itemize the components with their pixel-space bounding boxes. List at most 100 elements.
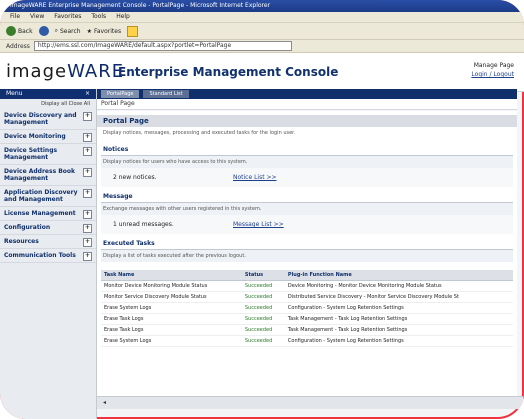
star-icon: ★ [86,27,92,35]
folder-icon [127,25,139,37]
sidebar-item[interactable]: Resources + [0,235,96,249]
sidebar-item[interactable]: Device Monitoring + [0,130,96,144]
table-row[interactable]: Erase System Logs Succeeded Configuration … [101,335,513,347]
status-cell: Succeeded [241,335,285,347]
plugin-function-cell: Device Monitoring - Monitor Device Monit… [284,280,513,292]
status-cell: Succeeded [241,291,285,303]
sidebar-item-label: Device Monitoring [4,133,66,140]
tab[interactable]: PortalPage [101,90,140,98]
display-all-close-all[interactable]: Display all Close All [0,99,96,109]
column-header[interactable]: Task Name [101,270,242,281]
sidebar-item[interactable]: Device Settings Management + [0,144,96,165]
imageware-logo: imageWARE [6,61,125,82]
task-name-cell: Erase Task Logs [101,313,242,325]
breadcrumb: Portal Page [97,99,517,110]
sidebar-item[interactable]: Device Address Book Management + [0,165,96,186]
search-button[interactable]: ⌕ Search [55,27,81,35]
expand-icon[interactable]: + [83,112,92,121]
expand-icon[interactable]: + [83,133,92,142]
messages-section: Message Exchange messages with other use… [101,191,513,234]
forward-button[interactable] [38,26,49,36]
header-user-panel: Manage Page Login / Logout [471,61,514,79]
sidebar-item[interactable]: Communication Tools + [0,249,96,263]
executed-tasks-description: Display a list of tasks executed after t… [101,250,513,262]
table-row[interactable]: Monitor Device Monitoring Module Status S… [101,280,513,292]
notices-section: Notices Display notices for users who ha… [101,144,513,187]
page-title: Portal Page [97,115,517,127]
app-title: Enterprise Management Console [118,65,339,79]
login-logout-link[interactable]: Login / Logout [471,70,514,79]
menu-item[interactable]: Help [116,12,130,22]
task-name-cell: Monitor Device Monitoring Module Status [101,280,242,292]
address-input[interactable]: http://ems.ssl.com/ImageWARE/default.asp… [33,41,292,51]
browser-menubar: File View Favorites Tools Help [0,12,524,23]
messages-row: 1 unread messages. Message List >> [101,215,513,234]
sidebar-item-label: Resources [4,238,39,245]
menu-item[interactable]: File [10,12,20,22]
plugin-function-cell: Configuration - System Log Retention Set… [284,302,513,314]
executed-tasks-section: Executed Tasks Display a list of tasks e… [101,238,513,347]
plugin-function-cell: Configuration - System Log Retention Set… [284,335,513,347]
tab-bar: PortalPage Standard List [97,89,517,99]
expand-icon[interactable]: + [83,252,92,261]
screenshot-frame: ImageWARE Enterprise Management Console … [0,0,524,419]
menu-item[interactable]: Tools [91,12,106,22]
messages-heading: Message [101,191,513,203]
table-header-row: Task Name Status Plug-in Function Name [101,270,513,281]
executed-tasks-table: Task Name Status Plug-in Function Name M… [101,270,513,347]
column-header[interactable]: Status [241,270,285,281]
portal-content: Portal Page Display notices, messages, p… [97,111,517,396]
sidebar-item[interactable]: Configuration + [0,221,96,235]
message-list-link[interactable]: Message List >> [233,221,284,228]
sidebar-heading: Menu × [0,89,96,99]
window-titlebar: ImageWARE Enterprise Management Console … [0,0,524,12]
expand-icon[interactable]: + [83,168,92,177]
sidebar-item[interactable]: Device Discovery and Management + [0,109,96,130]
expand-icon[interactable]: + [83,189,92,198]
browser-toolbar: Back ⌕ Search ★ Favorites [0,23,524,40]
favorites-button[interactable]: ★ Favorites [87,28,122,35]
executed-tasks-heading: Executed Tasks [101,238,513,250]
back-button[interactable]: Back [6,26,33,36]
plugin-function-cell: Task Management - Task Log Retention Set… [284,313,513,325]
menu-item[interactable]: View [30,12,44,22]
sidebar-nav: Device Discovery and Management + Device M… [0,109,96,263]
app-body: Menu × Display all Close All Device Disc… [0,89,524,419]
content-footer[interactable]: ◂ [97,396,523,409]
sidebar-item[interactable]: Application Discovery and Management + [0,186,96,207]
sidebar-item[interactable]: License Management + [0,207,96,221]
tab[interactable]: Standard List [143,90,189,98]
messages-description: Exchange messages with other users regis… [101,203,513,215]
sidebar-item-label: Configuration [4,224,51,231]
expand-icon[interactable]: + [83,147,92,156]
task-name-cell: Erase System Logs [101,302,242,314]
page-description: Display notices, messages, processing an… [103,130,296,136]
column-header[interactable]: Plug-in Function Name [284,270,513,281]
plugin-function-cell: Task Management - Task Log Retention Set… [284,324,513,336]
table-row[interactable]: Erase Task Logs Succeeded Task Management … [101,313,513,325]
folder-button[interactable] [127,25,139,37]
menu-item[interactable]: Favorites [54,12,81,22]
sidebar-close-icon[interactable]: × [85,89,90,99]
back-arrow-icon [6,26,16,36]
expand-icon[interactable]: + [83,224,92,233]
notice-list-link[interactable]: Notice List >> [233,174,277,181]
expand-icon[interactable]: + [83,238,92,247]
expand-icon[interactable]: + [83,210,92,219]
notices-row: 2 new notices. Notice List >> [101,168,513,187]
sidebar-item-label: Application Discovery and Management [4,189,78,203]
table-row[interactable]: Erase Task Logs Succeeded Task Management … [101,324,513,336]
sidebar-item-label: Communication Tools [4,252,76,259]
plugin-function-cell: Distributed Service Discovery - Monitor … [284,291,513,303]
sidebar-item-label: Device Settings Management [4,147,58,161]
manage-page-link[interactable]: Manage Page [471,61,514,70]
table-row[interactable]: Monitor Service Discovery Module Status S… [101,291,513,303]
task-name-cell: Monitor Service Discovery Module Status [101,291,242,303]
sidebar: Menu × Display all Close All Device Disc… [0,89,97,419]
table-row[interactable]: Erase System Logs Succeeded Configuration … [101,302,513,314]
task-name-cell: Erase Task Logs [101,324,242,336]
forward-arrow-icon [38,26,49,36]
address-bar: Address http://ems.ssl.com/ImageWARE/def… [0,40,524,53]
sidebar-item-label: License Management [4,210,76,217]
notices-count: 2 new notices. [113,174,157,181]
